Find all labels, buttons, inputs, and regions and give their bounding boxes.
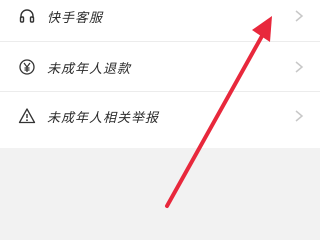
chevron-right-icon <box>295 61 304 73</box>
chevron-right-icon <box>295 110 304 122</box>
menu-card: 快手客服 未成年人退款 未成年人相关举报 <box>0 0 320 148</box>
empty-background-area <box>0 148 320 240</box>
menu-item-minor-refund[interactable]: 未成年人退款 <box>0 42 320 92</box>
yen-coin-icon <box>17 57 37 77</box>
chevron-right-icon <box>295 10 304 22</box>
menu-item-label: 未成年人相关举报 <box>47 110 160 126</box>
menu-item-minor-report[interactable]: 未成年人相关举报 <box>0 91 320 141</box>
headset-icon <box>17 6 37 26</box>
menu-item-label: 未成年人退款 <box>47 61 132 77</box>
warning-icon <box>17 106 37 126</box>
menu-item-label: 快手客服 <box>47 10 104 26</box>
menu-item-kuaishou-customer-service[interactable]: 快手客服 <box>0 0 320 41</box>
